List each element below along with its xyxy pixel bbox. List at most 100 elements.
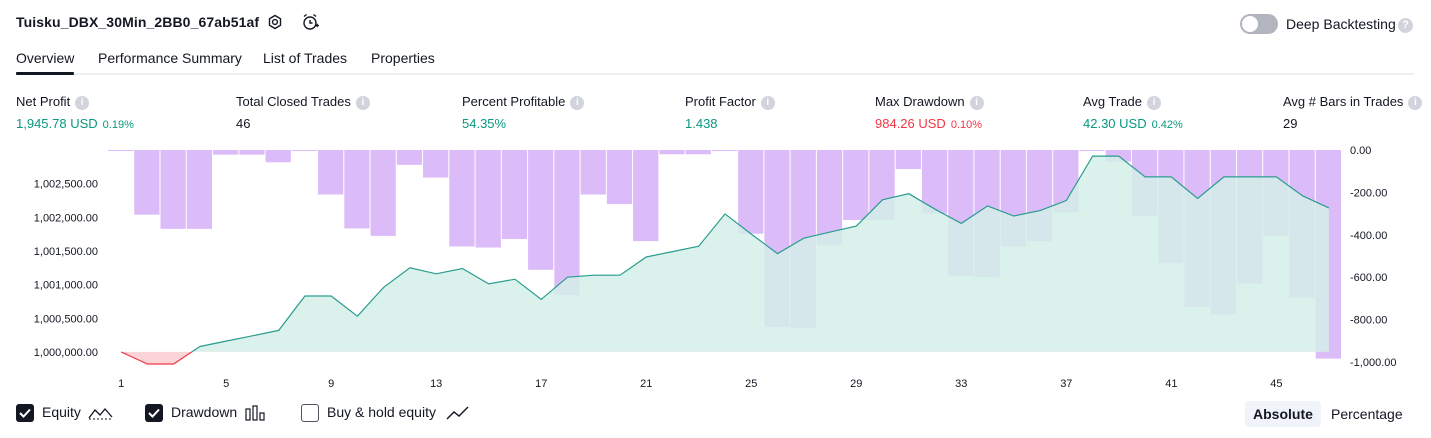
drawdown-bar [528,150,554,270]
metric-avg-bars-in-trades: Avg # Bars in Trades i 29 [1283,94,1423,131]
x-axis-tick: 13 [430,378,442,390]
left-axis-tick: 1,001,000.00 [34,280,98,292]
metric-label: Net Profit [16,94,71,109]
info-icon[interactable]: i [1147,96,1162,110]
x-axis-tick: 17 [535,378,547,390]
metric-profit-factor: Profit Factor i 1.438 [685,94,775,131]
tab-performance-summary[interactable]: Performance Summary [98,50,242,66]
right-axis-tick: -600.00 [1350,272,1387,284]
active-tab-indicator [16,72,74,75]
legend-label: Equity [42,404,81,420]
left-axis-tick: 1,001,500.00 [34,246,98,258]
strategy-title: Tuisku_DBX_30Min_2BB0_67ab51af [16,14,260,30]
x-axis-tick: 37 [1060,378,1072,390]
toggle-knob [1242,16,1258,32]
drawdown-bar [239,150,265,155]
metric-net-profit: Net Profit i 1,945.78 USD 0.19% [16,94,134,131]
absolute-button[interactable]: Absolute [1245,401,1321,427]
left-axis-tick: 1,000,500.00 [34,313,98,325]
info-icon[interactable]: i [969,96,984,110]
x-axis-tick: 5 [223,378,229,390]
equity-line-icon [88,407,113,420]
drawdown-bar [396,150,423,165]
legend-label: Drawdown [171,404,238,420]
metric-value: 29 [1283,116,1298,131]
alarm-clock-add-icon[interactable] [300,12,320,32]
x-axis-tick: 45 [1270,378,1282,390]
buy-hold-line-icon [446,406,469,420]
help-icon[interactable]: ? [1398,18,1413,33]
metric-label: Avg Trade [1083,94,1143,109]
drawdown-bar [186,150,213,229]
x-axis-tick: 25 [745,378,757,390]
settings-icon[interactable] [265,12,285,32]
drawdown-checkbox[interactable] [145,404,163,422]
legend-buy-hold[interactable]: Buy & hold equity [301,403,476,425]
drawdown-bar [659,150,685,155]
info-icon[interactable]: i [760,96,775,110]
buy-hold-checkbox[interactable] [301,404,319,422]
metric-value: 1.438 [685,116,718,131]
drawdown-bar [1079,150,1105,151]
info-icon[interactable]: i [1408,96,1423,110]
drawdown-bar [475,150,501,248]
equity-fill [121,156,1329,352]
drawdown-bar [318,150,344,195]
metric-value: 1,945.78 USD [16,116,98,131]
metric-value: 54.35% [462,116,507,131]
left-axis-tick: 1,002,500.00 [34,179,98,191]
drawdown-bars-icon [245,405,265,421]
equity-checkbox[interactable] [16,404,34,422]
drawdown-bar [633,150,659,242]
info-icon[interactable]: i [570,96,585,110]
x-axis-tick: 21 [640,378,652,390]
drawdown-bar [580,150,606,195]
equity-drawdown-chart[interactable]: 1,000,000.00 1,000,500.00 1,001,000.00 1,00… [0,140,1431,395]
info-icon[interactable]: i [75,96,90,110]
drawdown-bar [554,150,580,296]
metric-total-closed-trades: Total Closed Trades i 46 [236,94,370,131]
metric-percent: 0.19% [102,119,134,131]
x-axis-tick: 1 [118,378,124,390]
left-axis-tick: 1,000,000.00 [34,347,98,359]
x-axis-tick: 33 [955,378,967,390]
metric-label: Total Closed Trades [236,94,351,109]
metric-label: Avg # Bars in Trades [1283,94,1404,109]
drawdown-bar [213,150,239,155]
drawdown-bar [108,150,134,151]
percentage-button[interactable]: Percentage [1323,401,1411,427]
drawdown-bar [685,150,711,155]
left-axis-tick: 1,002,000.00 [34,212,98,224]
deep-backtesting-toggle[interactable] [1240,14,1278,34]
drawdown-bar [738,150,764,234]
right-drawdown-axis: 0.00 -200.00 -400.00 -600.00 -800.00 -1,000.0… [1350,145,1396,369]
right-axis-tick: 0.00 [1350,145,1371,157]
x-axis-tick: 41 [1165,378,1177,390]
metric-value: 46 [236,116,251,131]
tabs-divider [16,73,1414,75]
equity-area [120,155,1330,365]
right-axis-tick: -200.00 [1350,187,1387,199]
drawdown-bar [423,150,449,178]
info-icon[interactable]: i [355,96,370,110]
drawdown-bar [895,150,921,170]
tab-list-of-trades[interactable]: List of Trades [263,50,347,66]
right-axis-tick: -800.00 [1350,315,1387,327]
drawdown-bar [160,150,186,229]
metric-label: Max Drawdown [875,94,965,109]
metric-value: 42.30 USD [1083,116,1147,131]
drawdown-bar [134,150,160,215]
metric-value: 984.26 USD [875,116,946,131]
x-axis: 1 5 9 13 17 21 25 29 33 37 41 45 [118,378,1282,390]
legend-drawdown[interactable]: Drawdown [145,403,275,425]
legend-equity[interactable]: Equity [16,403,116,425]
drawdown-bar [344,150,370,229]
x-axis-tick: 9 [328,378,334,390]
legend-label: Buy & hold equity [327,404,436,420]
tab-properties[interactable]: Properties [371,50,435,66]
right-axis-tick: -400.00 [1350,230,1387,242]
drawdown-bar [265,150,291,163]
drawdown-bar [291,150,318,151]
drawdown-bar [449,150,475,247]
tab-overview[interactable]: Overview [16,50,74,66]
